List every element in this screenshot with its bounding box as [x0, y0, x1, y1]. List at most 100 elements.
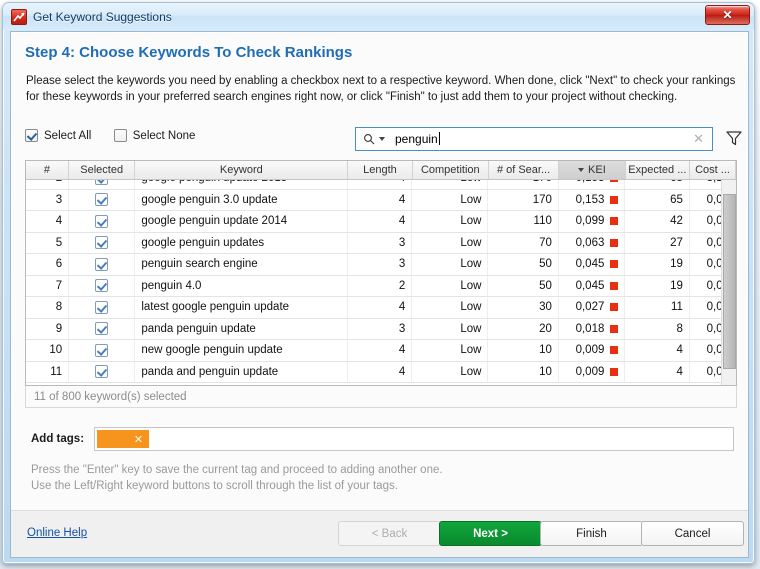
- table-row[interactable]: 6 penguin search engine 3 Low 50 0,045 19 0,00: [26, 254, 736, 276]
- column-header-label: Cost ...: [695, 164, 730, 176]
- cell-expected: 8: [625, 318, 690, 339]
- table-row[interactable]: 4 google penguin update 2014 4 Low 110 0,099 4…: [26, 211, 736, 233]
- column-header-length[interactable]: Length: [348, 161, 413, 179]
- row-checkbox[interactable]: [95, 322, 109, 336]
- cell-selected[interactable]: [69, 361, 136, 382]
- column-header-selected[interactable]: Selected: [68, 161, 136, 179]
- table-row[interactable]: 3 google penguin 3.0 update 4 Low 170 0,153 65…: [26, 189, 736, 211]
- table-row[interactable]: 8 latest google penguin update 4 Low 30 0,027…: [26, 297, 736, 319]
- magnifier-icon[interactable]: [363, 133, 385, 145]
- table-row[interactable]: 2 google penguin update 20154Low170 0,153 6…: [26, 180, 736, 190]
- cell-kei: 0,027: [559, 297, 626, 318]
- cell-keyword: panda penguin update: [135, 318, 348, 339]
- cell-kei: 0,045: [559, 254, 626, 275]
- cell-index: 10: [26, 340, 70, 361]
- cell-keyword: penguin search engine: [135, 254, 348, 275]
- kei-value: 0,045: [575, 279, 605, 292]
- cell-selected[interactable]: [69, 275, 136, 296]
- keywords-table[interactable]: # Selected Keyword Length Competition # of Se…: [25, 160, 737, 386]
- column-header-kei[interactable]: KEI: [559, 161, 626, 179]
- cell-expected: 4: [625, 340, 690, 361]
- back-button[interactable]: < Back: [338, 521, 441, 546]
- column-header-label: Length: [363, 164, 397, 176]
- cell-keyword: penguin 4.0: [135, 275, 348, 296]
- column-header-keyword[interactable]: Keyword: [135, 161, 349, 179]
- cell-length: 3: [348, 318, 413, 339]
- cell-keyword: new google penguin update: [135, 340, 348, 361]
- next-button[interactable]: Next >: [439, 521, 542, 546]
- row-checkbox[interactable]: [95, 180, 109, 185]
- cell-index: 6: [26, 254, 70, 275]
- search-input[interactable]: penguin: [395, 132, 693, 146]
- column-header-of-sear[interactable]: # of Sear...: [488, 161, 560, 179]
- cell-selected[interactable]: [69, 340, 136, 361]
- cell-length: 2: [348, 275, 413, 296]
- column-header-expected[interactable]: Expected ...: [625, 161, 691, 179]
- select-all-checkbox[interactable]: Select All: [25, 129, 91, 143]
- row-checkbox[interactable]: [95, 257, 109, 271]
- kei-status-marker: [610, 195, 619, 204]
- cell-kei: 0,063: [559, 232, 626, 253]
- row-checkbox[interactable]: [95, 343, 109, 357]
- cell-competition: Low: [412, 189, 489, 210]
- cell-expected: 19: [625, 254, 690, 275]
- kei-status-marker: [610, 367, 619, 376]
- row-checkbox[interactable]: [95, 365, 109, 379]
- chevron-down-icon[interactable]: [379, 137, 385, 141]
- cell-selected[interactable]: [69, 180, 136, 189]
- kei-value: 0,009: [575, 344, 605, 357]
- cell-selected[interactable]: [69, 211, 136, 232]
- table-scrollbar[interactable]: [721, 180, 736, 385]
- table-body[interactable]: 2google penguin update 20154Low1700,1536…: [26, 180, 736, 385]
- row-checkbox[interactable]: [95, 300, 109, 314]
- tag-remove-icon[interactable]: ✕: [134, 433, 143, 446]
- table-row[interactable]: 5 google penguin updates 3 Low 70 0,063 27 0,00: [26, 232, 736, 254]
- table-row[interactable]: 9 panda penguin update 3 Low 20 0,018 8 0,00: [26, 318, 736, 340]
- column-header-cost[interactable]: Cost ...: [690, 161, 736, 179]
- tags-input[interactable]: ✕: [94, 427, 735, 451]
- cell-searches: 170: [488, 180, 559, 189]
- kei-value: 0,045: [575, 258, 605, 271]
- tag-chip[interactable]: ✕: [97, 430, 150, 448]
- kei-status-marker: [610, 180, 619, 183]
- clear-search-icon[interactable]: ✕: [693, 131, 704, 147]
- select-none-checkbox[interactable]: Select None: [113, 129, 195, 143]
- kei-value: 0,027: [575, 301, 605, 314]
- column-header-label: Keyword: [219, 164, 263, 176]
- row-checkbox[interactable]: [95, 279, 109, 293]
- cell-searches: 110: [488, 211, 559, 232]
- tags-help-text: Press the "Enter" key to save the curren…: [31, 462, 443, 494]
- cell-searches: 50: [488, 275, 559, 296]
- cell-selected[interactable]: [69, 189, 136, 210]
- cell-searches: 70: [488, 232, 559, 253]
- finish-button[interactable]: Finish: [540, 521, 643, 546]
- cell-selected[interactable]: [69, 318, 136, 339]
- cell-selected[interactable]: [69, 254, 136, 275]
- column-header-competition[interactable]: Competition: [412, 161, 489, 179]
- table-row[interactable]: 10 new google penguin update 4 Low 10 0,009 4 0…: [26, 340, 736, 362]
- kei-status-marker: [610, 217, 619, 226]
- cell-selected[interactable]: [69, 232, 136, 253]
- cell-keyword: google penguin 3.0 update: [135, 189, 348, 210]
- cell-length: 4: [348, 189, 413, 210]
- cell-selected[interactable]: [69, 297, 136, 318]
- search-field[interactable]: penguin ✕: [355, 127, 713, 151]
- cell-kei: 0,009: [559, 361, 626, 382]
- selection-toolbar: Select All Select None penguin ✕: [25, 127, 742, 153]
- cell-index: 4: [26, 211, 70, 232]
- online-help-link[interactable]: Online Help: [27, 527, 87, 539]
- scrollbar-thumb[interactable]: [723, 194, 736, 369]
- row-checkbox[interactable]: [95, 214, 109, 228]
- row-checkbox[interactable]: [95, 236, 109, 250]
- table-row[interactable]: 11 panda and penguin update 4 Low 10 0,009 4 0,…: [26, 361, 736, 383]
- close-button[interactable]: ✕: [705, 5, 750, 25]
- kei-value: 0,063: [575, 236, 605, 249]
- cell-length: 4: [348, 340, 413, 361]
- cell-searches: 10: [488, 361, 559, 382]
- table-row[interactable]: 7 penguin 4.0 2 Low 50 0,045 19 0,00: [26, 275, 736, 297]
- column-header-[interactable]: #: [26, 161, 69, 179]
- row-checkbox[interactable]: [95, 193, 109, 207]
- funnel-icon[interactable]: [725, 129, 743, 152]
- kei-value: 0,018: [575, 322, 605, 335]
- cancel-button[interactable]: Cancel: [641, 521, 744, 546]
